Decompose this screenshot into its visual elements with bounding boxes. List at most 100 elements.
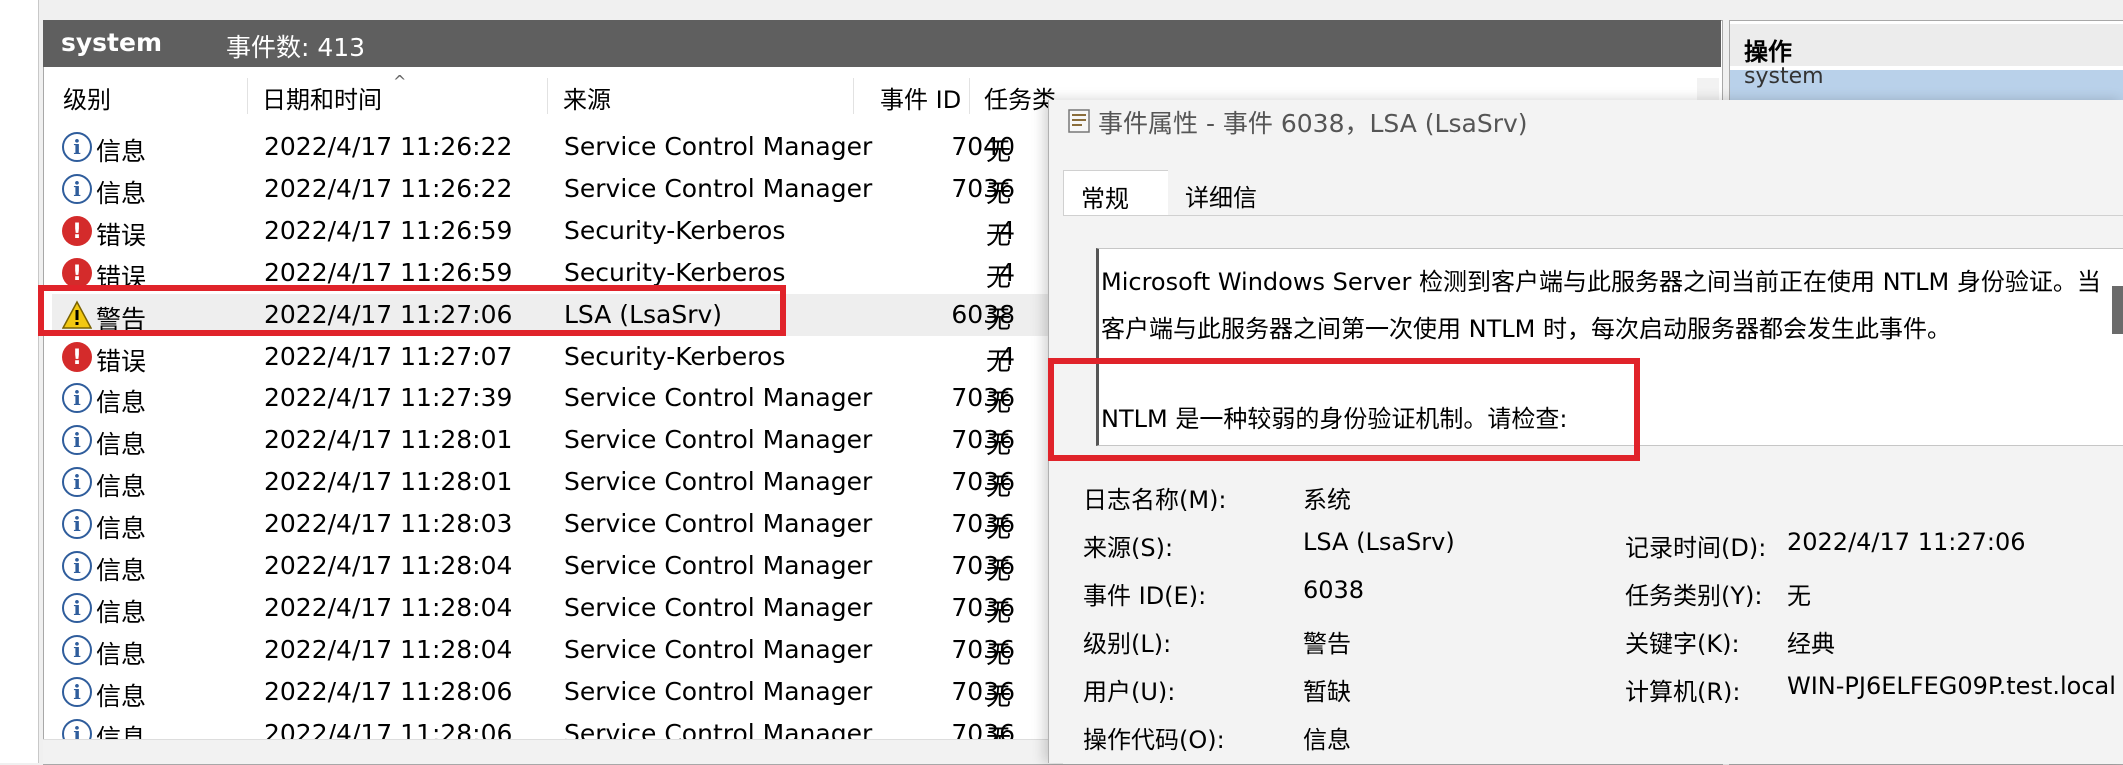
info-icon: i [62,509,92,539]
column-header-level[interactable]: 级别 [63,80,111,115]
row-level: 信息 [96,388,147,417]
computer-value: WIN-PJ6ELFEG09P.test.local [1787,672,2116,700]
actions-item-system[interactable]: system [1730,64,2123,104]
row-datetime: 2022/4/17 11:28:03 [264,509,513,538]
event-id-label: 事件 ID(E): [1083,582,1207,610]
row-datetime: 2022/4/17 11:28:01 [264,467,513,496]
dialog-title: 事件属性 - 事件 6038，LSA (LsaSrv) [1098,109,1528,138]
row-task-category: 无 [986,347,1012,376]
info-icon: i [62,467,92,497]
row-source: Security-Kerberos [564,258,786,287]
level-value: 警告 [1303,630,1351,658]
opcode-label: 操作代码(O): [1083,726,1225,754]
row-datetime: 2022/4/17 11:28:01 [264,425,513,454]
row-level: 信息 [96,179,147,208]
column-divider[interactable] [853,78,854,114]
user-label: 用户(U): [1083,678,1176,706]
info-icon: i [62,425,92,455]
column-divider[interactable] [547,78,548,114]
row-level: 信息 [96,556,147,585]
description-scrollbar-thumb[interactable] [2112,286,2123,334]
tab-general-label: 常规 [1081,185,1129,213]
row-task-category: 无 [986,640,1012,669]
column-header-event-id[interactable]: 事件 ID [880,80,961,115]
row-level: 信息 [96,472,147,501]
row-task-category: 无 [986,472,1012,501]
log-title: system [61,28,163,57]
row-level: 信息 [96,682,147,711]
level-label: 级别(L): [1083,630,1172,658]
sort-ascending-icon: ^ [393,72,407,91]
row-source: Service Control Manager [564,593,873,622]
row-task-category: 无 [986,137,1012,166]
row-datetime: 2022/4/17 11:27:07 [264,342,513,371]
logged-value: 2022/4/17 11:27:06 [1787,528,2026,556]
row-datetime: 2022/4/17 11:26:59 [264,258,513,287]
row-datetime: 2022/4/17 11:27:39 [264,383,513,412]
row-source: Security-Kerberos [564,342,786,371]
column-header-source[interactable]: 来源 [563,80,611,115]
keywords-label: 关键字(K): [1625,630,1740,658]
info-icon: i [62,551,92,581]
row-datetime: 2022/4/17 11:26:22 [264,174,513,203]
user-value: 暂缺 [1303,678,1351,706]
log-name-value: 系统 [1303,486,1351,514]
row-source: Service Control Manager [564,467,873,496]
opcode-value: 信息 [1303,726,1351,754]
log-name-label: 日志名称(M): [1083,486,1227,514]
row-source: Service Control Manager [564,509,873,538]
row-datetime: 2022/4/17 11:28:06 [264,677,513,706]
row-source: Service Control Manager [564,677,873,706]
row-task-category: 无 [986,305,1012,334]
row-task-category: 无 [986,221,1012,250]
info-icon: i [62,132,92,162]
info-icon: i [62,677,92,707]
row-datetime: 2022/4/17 11:28:04 [264,635,513,664]
row-level: 信息 [96,430,147,459]
computer-label: 计算机(R): [1625,678,1741,706]
row-task-category: 无 [986,430,1012,459]
left-navigation-strip [0,0,39,763]
row-task-category: 无 [986,556,1012,585]
info-icon: i [62,593,92,623]
actions-header: 操作 [1730,24,2123,66]
row-source: Service Control Manager [564,551,873,580]
pane-header: system 事件数: 413 [43,20,1721,67]
task-category-value: 无 [1787,582,1811,610]
column-header-datetime[interactable]: 日期和时间 [262,80,382,115]
row-source: Service Control Manager [564,425,873,454]
row-task-category: 无 [986,682,1012,711]
highlight-box-ntlm-text [1048,358,1640,461]
tab-general[interactable]: 常规 [1063,170,1169,217]
column-divider[interactable] [969,78,970,114]
column-header-task[interactable]: 任务类 [984,80,1056,115]
column-divider[interactable] [247,78,248,114]
keywords-value: 经典 [1787,630,1835,658]
error-icon: ! [62,216,92,246]
actions-item-label: system [1744,64,1824,89]
row-level: 错误 [96,347,147,376]
row-source: Service Control Manager [564,132,873,161]
event-id-value: 6038 [1303,576,1365,604]
row-source: Security-Kerberos [564,216,786,245]
actions-title: 操作 [1744,38,1792,66]
row-datetime: 2022/4/17 11:26:59 [264,216,513,245]
info-icon: i [62,635,92,665]
logged-label: 记录时间(D): [1625,534,1767,562]
description-paragraph-1: Microsoft Windows Server 检测到客户端与此服务器之间当前… [1101,268,2101,343]
row-task-category: 无 [986,514,1012,543]
row-source: Service Control Manager [564,383,873,412]
tab-details[interactable]: 详细信息 [1168,170,1276,247]
row-level: 信息 [96,598,147,627]
row-datetime: 2022/4/17 11:26:22 [264,132,513,161]
row-level: 信息 [96,514,147,543]
row-level: 错误 [96,221,147,250]
event-count: 事件数: 413 [226,33,366,62]
error-icon: ! [62,258,92,288]
row-source: Service Control Manager [564,174,873,203]
row-level: 信息 [96,137,147,166]
highlight-box-selected-row [38,285,786,336]
row-task-category: 无 [986,263,1012,292]
row-level: 信息 [96,640,147,669]
info-icon: i [62,174,92,204]
